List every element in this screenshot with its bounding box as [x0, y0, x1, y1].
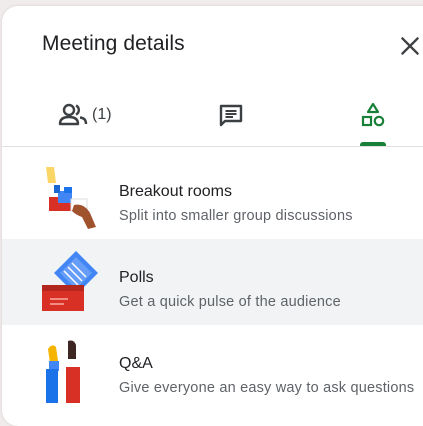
- activity-subtitle: Get a quick pulse of the audience: [119, 294, 341, 310]
- close-icon[interactable]: [397, 33, 423, 59]
- activity-title: Polls: [119, 269, 154, 286]
- people-count: (1): [92, 106, 112, 123]
- breakout-rooms-illustration: [46, 167, 96, 229]
- activity-subtitle: Split into smaller group discussions: [119, 208, 353, 224]
- panel-title: Meeting details: [42, 32, 185, 55]
- activity-breakout-rooms[interactable]: Breakout rooms Split into smaller group …: [2, 153, 423, 239]
- active-tab-indicator: [360, 142, 386, 146]
- panel-header: Meeting details: [2, 6, 423, 82]
- tab-bar: (1): [2, 90, 423, 147]
- meeting-details-panel: Meeting details (1) Breakout rooms Split…: [2, 6, 423, 426]
- qa-illustration: [46, 340, 80, 403]
- activities-shapes-icon: [361, 102, 385, 127]
- activity-title: Breakout rooms: [119, 183, 232, 200]
- tab-people[interactable]: (1): [42, 90, 162, 146]
- activity-subtitle: Give everyone an easy way to ask questio…: [119, 380, 415, 396]
- people-icon: [58, 103, 88, 126]
- chat-icon: [219, 104, 243, 127]
- activity-qa[interactable]: Q&A Give everyone an easy way to ask que…: [2, 325, 423, 411]
- activity-title: Q&A: [119, 355, 153, 372]
- tab-chat[interactable]: [202, 90, 262, 146]
- activity-polls[interactable]: Polls Get a quick pulse of the audience: [2, 239, 423, 325]
- tab-activities[interactable]: [347, 90, 397, 146]
- polls-illustration: [42, 251, 98, 311]
